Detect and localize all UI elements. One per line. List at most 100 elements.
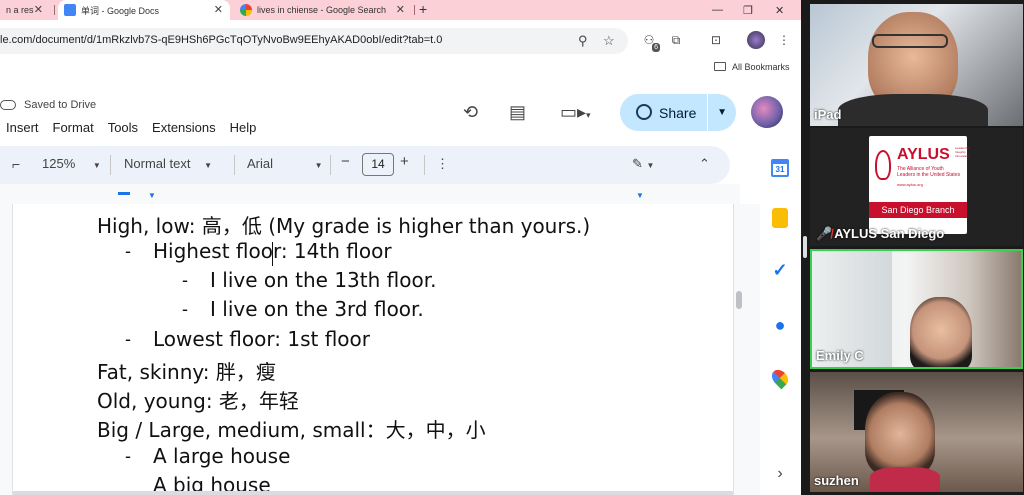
tab-title: lives in chiense - Google Search: [257, 5, 387, 15]
pencil-edit-icon[interactable]: ✎ ▼: [632, 156, 654, 172]
side-panel: 31 ✓ ● ›: [760, 146, 801, 495]
docs-header: Saved to Drive Insert Format Tools Exten…: [0, 80, 801, 146]
menu-help[interactable]: Help: [230, 120, 257, 135]
tab-google-docs[interactable]: 单词 - Google Docs ✕: [58, 0, 230, 20]
more-menu-icon[interactable]: ⋮: [775, 31, 793, 49]
docs-icon: [64, 4, 76, 16]
participant-tile-emily[interactable]: Emily C: [810, 249, 1023, 369]
document-page[interactable]: High, low: 高，低 (My grade is higher than …: [12, 204, 734, 491]
doc-line: Lowest floor: 1st floor: [153, 327, 370, 351]
minimize-button[interactable]: —: [712, 0, 723, 20]
saved-label: Saved to Drive: [24, 99, 97, 111]
doc-line: I live on the 3rd floor.: [210, 297, 424, 321]
zoom-value: 125%: [42, 156, 76, 171]
account-avatar[interactable]: [751, 96, 783, 128]
all-bookmarks-label: All Bookmarks: [732, 62, 790, 72]
menu-extensions[interactable]: Extensions: [152, 120, 216, 135]
collapse-toolbar-icon[interactable]: ⌃: [699, 156, 710, 172]
participant-name: iPad: [814, 107, 842, 122]
tab-partial[interactable]: n a res ✕: [0, 0, 50, 20]
participant-tile-suzhen[interactable]: suzhen: [810, 372, 1023, 492]
list-bullet: -: [182, 299, 188, 319]
tasks-icon[interactable]: ✓: [766, 256, 794, 284]
participant-name: Emily C: [816, 348, 864, 363]
list-bullet: -: [125, 329, 131, 349]
vertical-scrollbar-thumb[interactable]: [736, 291, 742, 309]
ruler: ▼ ▼: [0, 184, 740, 204]
keep-icon[interactable]: [766, 204, 794, 232]
tab-strip: n a res ✕ 单词 - Google Docs ✕ lives in ch…: [0, 0, 801, 20]
menu-format[interactable]: Format: [53, 120, 94, 135]
participant-video: [865, 392, 935, 476]
logo-tagline: Leadership Integrity Innovation: [955, 146, 970, 158]
video-participants-panel: iPad AYLUS Leadership Integrity Innovati…: [801, 0, 1024, 495]
text-cursor: [272, 242, 273, 266]
style-select[interactable]: Normal text ▼: [124, 156, 212, 171]
menu-tools[interactable]: Tools: [108, 120, 138, 135]
restore-button[interactable]: ❐: [743, 0, 753, 20]
doc-line: A big house: [153, 473, 271, 491]
font-select[interactable]: Arial ▼: [247, 156, 323, 171]
maps-icon[interactable]: [766, 364, 794, 392]
close-window-button[interactable]: ✕: [775, 0, 784, 20]
puzzle-icon[interactable]: ⧉: [667, 31, 685, 49]
calendar-icon[interactable]: 31: [766, 154, 794, 182]
participant-name-row: 🎤̸ AYLUS San Diego: [816, 226, 944, 242]
decrease-font-size-button[interactable]: −: [341, 153, 350, 170]
logo-site: www.aylus.org: [897, 182, 923, 187]
close-tab-icon[interactable]: ✕: [396, 3, 405, 16]
font-size-input[interactable]: 14: [362, 153, 394, 176]
contacts-icon[interactable]: ●: [766, 311, 794, 339]
logo-subtitle: The Alliance of Youth Leaders in the Uni…: [897, 166, 961, 178]
ruler-first-line-indent[interactable]: [118, 192, 130, 195]
ruler-right-indent[interactable]: ▼: [636, 191, 644, 200]
tab-title: 单词 - Google Docs: [81, 5, 160, 16]
version-history-icon[interactable]: ⟲: [463, 102, 478, 123]
panel-scroll-handle[interactable]: [803, 236, 807, 258]
chevron-right-icon[interactable]: ›: [766, 460, 794, 488]
horizontal-scrollbar[interactable]: [12, 491, 734, 495]
doc-line: A large house: [153, 444, 291, 468]
all-bookmarks-button[interactable]: All Bookmarks: [714, 62, 790, 72]
profile-avatar-icon[interactable]: [747, 31, 765, 49]
chevron-down-icon: ▼: [204, 161, 213, 170]
chevron-down-icon: ▼: [314, 161, 323, 170]
globe-icon: [636, 104, 652, 120]
aylus-logo: AYLUS Leadership Integrity Innovation Th…: [869, 136, 970, 234]
participant-tile-ipad[interactable]: iPad: [810, 4, 1023, 126]
torch-icon: [875, 150, 891, 180]
zoom-icon[interactable]: ⚲: [578, 33, 588, 49]
address-bar[interactable]: le.com/document/d/1mRkzlvb7S-qE9HSh6PGcT…: [0, 28, 628, 54]
logo-title: AYLUS: [897, 146, 950, 163]
share-button[interactable]: Share ▼: [620, 94, 736, 131]
meet-camera-icon[interactable]: ▭▸▾: [560, 102, 591, 123]
bookmarks-bar: All Bookmarks: [0, 58, 801, 80]
close-tab-icon[interactable]: ✕: [34, 3, 43, 16]
share-dropdown-icon[interactable]: ▼: [717, 107, 727, 118]
zoom-select[interactable]: 125% ▼: [42, 156, 101, 171]
tab-google-search[interactable]: lives in chiense - Google Search ✕: [234, 0, 412, 20]
doc-line: High, low: 高，低 (My grade is higher than …: [97, 214, 591, 238]
participant-tile-aylus[interactable]: AYLUS Leadership Integrity Innovation Th…: [810, 128, 1023, 246]
participant-video: [910, 297, 972, 367]
list-bullet: -: [182, 270, 188, 290]
bookmark-star-icon[interactable]: ☆: [603, 33, 615, 49]
increase-font-size-button[interactable]: +: [400, 153, 409, 170]
doc-line: I live on the 13th floor.: [210, 268, 437, 292]
chevron-down-icon: ▼: [92, 161, 101, 170]
calendar-day: 31: [771, 159, 789, 177]
docs-toolbar: ⌐ 125% ▼ Normal text ▼ Arial ▼ − 14 + ⋮ …: [0, 146, 730, 184]
list-bullet: -: [125, 446, 131, 466]
comments-icon[interactable]: ▤: [509, 102, 526, 123]
google-icon: [240, 4, 252, 16]
extension-icon[interactable]: ⚇ 6: [640, 31, 660, 52]
participant-name: AYLUS San Diego: [834, 226, 945, 241]
paint-format-icon[interactable]: ⌐: [12, 156, 20, 172]
menu-insert[interactable]: Insert: [6, 120, 39, 135]
close-tab-icon[interactable]: ✕: [214, 3, 223, 16]
url-text: le.com/document/d/1mRkzlvb7S-qE9HSh6PGcT…: [0, 34, 443, 46]
new-tab-button[interactable]: +: [419, 1, 427, 17]
tab-search-icon[interactable]: ⊡: [707, 31, 725, 49]
more-options-icon[interactable]: ⋮: [436, 156, 449, 172]
ruler-left-indent[interactable]: ▼: [148, 191, 156, 200]
